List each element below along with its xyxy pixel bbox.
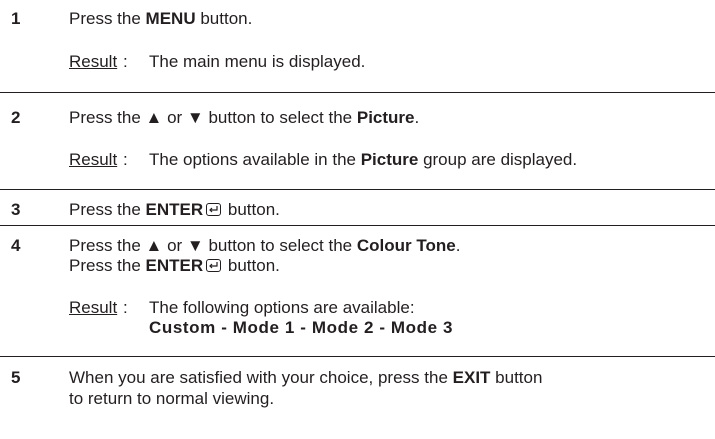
result-text: The options available in the Picture gro… [149, 150, 578, 169]
result-label: Result [69, 150, 118, 169]
divider [0, 225, 715, 226]
step-instruction: Press the ENTER button. [69, 200, 280, 219]
step-instruction: Press the MENU button. [69, 9, 253, 28]
colour-tone-options: Custom - Mode 1 - Mode 2 - Mode 3 [149, 318, 454, 337]
step-number: 3 [11, 200, 21, 219]
menu-button-name: MENU [145, 9, 196, 28]
enter-icon [206, 259, 222, 272]
step-number: 1 [11, 9, 21, 28]
step-instruction: Press the ▲ or ▼ button to select the Co… [69, 236, 461, 255]
step-instruction: Press the ▲ or ▼ button to select the Pi… [69, 108, 420, 127]
step-number: 2 [11, 108, 21, 127]
step-instruction-line-2: Press the ENTER button. [69, 256, 280, 275]
step-instruction: When you are satisfied with your choice,… [69, 368, 543, 387]
divider [0, 356, 715, 357]
enter-icon [206, 203, 222, 216]
result-text: The main menu is displayed. [149, 52, 366, 71]
step-instruction-line-2: to return to normal viewing. [69, 389, 275, 408]
result-text: The following options are available: [149, 298, 415, 317]
divider [0, 189, 715, 190]
result-label: Result [69, 52, 118, 71]
step-number: 4 [11, 236, 21, 255]
result-label: Result [69, 298, 118, 317]
step-number: 5 [11, 368, 21, 387]
divider [0, 92, 715, 93]
